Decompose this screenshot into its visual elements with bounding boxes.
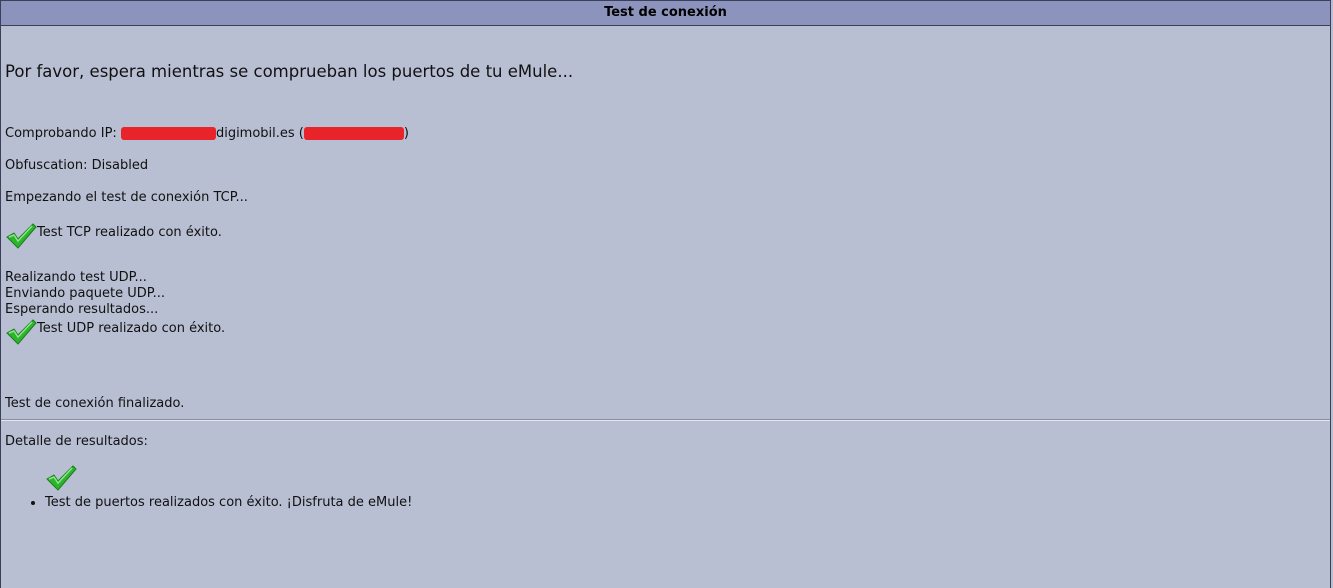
connection-test-window: Test de conexión Por favor, espera mient… [0,0,1331,588]
tcp-start-line: Empezando el test de conexión TCP... [5,190,248,205]
udp-progress-lines: Realizando test UDP... Enviando paquete … [5,270,165,318]
redacted-ip-prefix [120,127,216,140]
checkmark-icon [6,319,37,345]
obfuscation-status: Obfuscation: Disabled [5,158,149,173]
udp-line-3: Esperando resultados... [5,302,159,317]
tcp-result-text: Test TCP realizado con éxito. [37,225,222,240]
section-divider [1,419,1330,421]
ip-host-suffix: digimobil.es ( [215,126,304,141]
udp-line-1: Realizando test UDP... [5,270,147,285]
redacted-ip-address [303,127,404,140]
ip-check-line: Comprobando IP: digimobil.es () [5,126,409,141]
tcp-result-line: Test TCP realizado con éxito. [5,222,222,250]
ip-close: ) [403,126,409,141]
checkmark-icon [46,465,77,491]
test-finished-line: Test de conexión finalizado. [5,396,185,411]
window-title: Test de conexión [1,1,1330,26]
headline-text: Por favor, espera mientras se comprueban… [5,62,574,81]
list-item: Test de puertos realizados con éxito. ¡D… [45,495,412,511]
results-list: Test de puertos realizados con éxito. ¡D… [5,495,412,511]
details-label: Detalle de resultados: [5,434,148,449]
udp-line-2: Enviando paquete UDP... [5,286,165,301]
udp-result-text: Test UDP realizado con éxito. [37,321,226,336]
checkmark-icon [6,223,37,249]
ip-label: Comprobando IP: [5,126,121,141]
udp-result-line: Test UDP realizado con éxito. [5,318,225,346]
